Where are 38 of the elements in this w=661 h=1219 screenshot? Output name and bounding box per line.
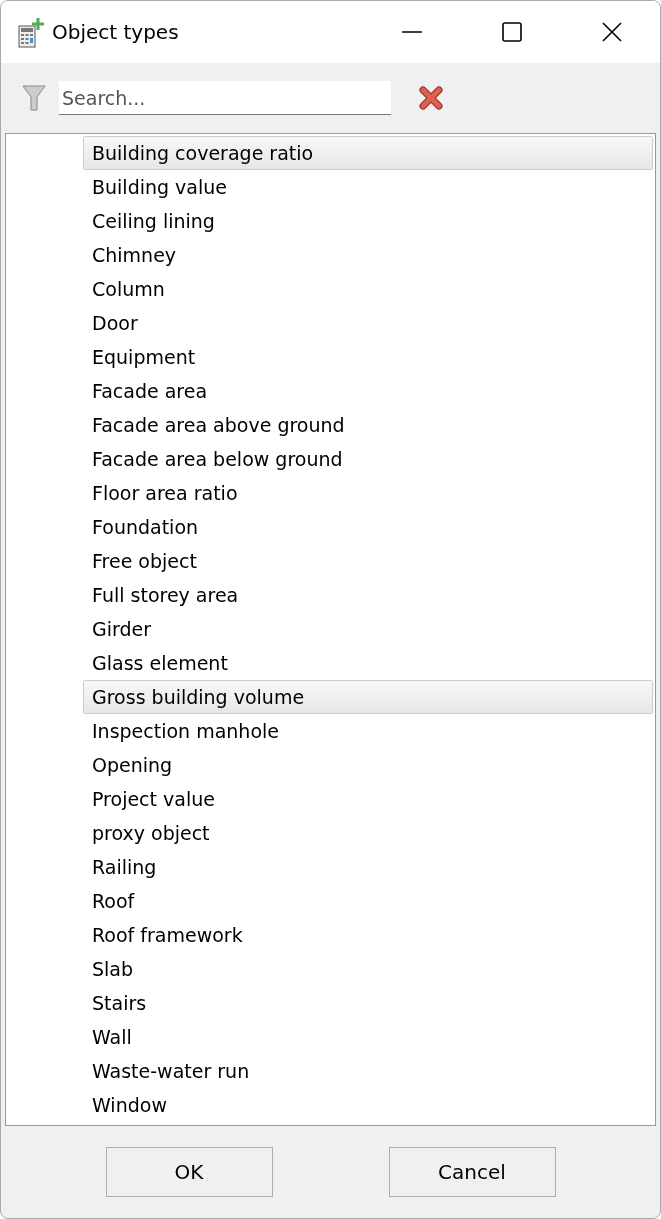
list-item[interactable]: Building coverage ratio: [83, 136, 653, 170]
list-item[interactable]: Facade area below ground: [83, 442, 653, 476]
list-item[interactable]: Window: [83, 1088, 653, 1122]
list-item[interactable]: Railing: [83, 850, 653, 884]
list-item[interactable]: Door: [83, 306, 653, 340]
clear-icon[interactable]: [419, 86, 443, 110]
list-item[interactable]: Gross building volume: [83, 680, 653, 714]
list-item[interactable]: Waste-water run: [83, 1054, 653, 1088]
list-item[interactable]: Roof: [83, 884, 653, 918]
list-item[interactable]: Facade area: [83, 374, 653, 408]
cancel-button[interactable]: Cancel: [388, 1147, 556, 1197]
filter-icon: [22, 85, 46, 111]
list-item[interactable]: Foundation: [83, 510, 653, 544]
list-item[interactable]: Building value: [83, 170, 653, 204]
list-item[interactable]: Girder: [83, 612, 653, 646]
list-item[interactable]: Project value: [83, 782, 653, 816]
list-item[interactable]: Facade area above ground: [83, 408, 653, 442]
list-item[interactable]: Ceiling lining: [83, 204, 653, 238]
list-item[interactable]: Full storey area: [83, 578, 653, 612]
list-item[interactable]: Column: [83, 272, 653, 306]
list-item[interactable]: Opening: [83, 748, 653, 782]
search-field[interactable]: Search...: [59, 81, 391, 115]
window-title: Object types: [52, 20, 179, 44]
list-item[interactable]: Wall: [83, 1020, 653, 1054]
list-item[interactable]: Glass element: [83, 646, 653, 680]
maximize-icon[interactable]: [501, 21, 523, 43]
list-item[interactable]: Stairs: [83, 986, 653, 1020]
list-item[interactable]: Slab: [83, 952, 653, 986]
list-item[interactable]: Equipment: [83, 340, 653, 374]
list-item[interactable]: Free object: [83, 544, 653, 578]
list-item[interactable]: Floor area ratio: [83, 476, 653, 510]
close-icon[interactable]: [601, 21, 623, 43]
list-item[interactable]: Roof framework: [83, 918, 653, 952]
list-item[interactable]: proxy object: [83, 816, 653, 850]
list-item[interactable]: Inspection manhole: [83, 714, 653, 748]
calculator-plus-icon: [18, 16, 44, 48]
ok-button[interactable]: OK: [105, 1147, 273, 1197]
list-item[interactable]: Chimney: [83, 238, 653, 272]
